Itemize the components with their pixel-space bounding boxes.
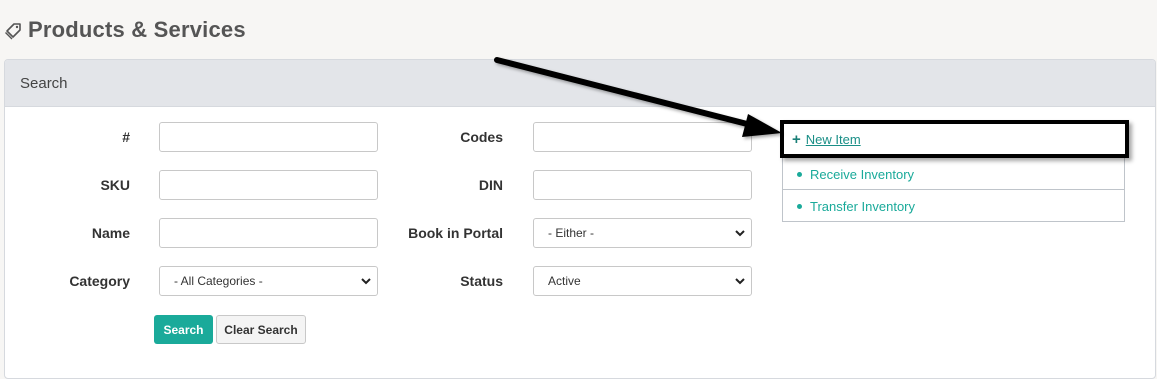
status-select[interactable]: Active: [533, 266, 752, 296]
page-title: Products & Services: [4, 16, 246, 44]
category-select[interactable]: - All Categories -: [159, 266, 378, 296]
search-panel-title: Search: [20, 74, 68, 92]
search-panel-header: Search: [5, 60, 1155, 107]
name-input[interactable]: [159, 218, 378, 248]
chevron-down-icon: [361, 278, 371, 285]
number-label: #: [122, 129, 130, 145]
new-item-label: New Item: [805, 131, 861, 147]
receive-inventory-link[interactable]: Receive Inventory: [783, 157, 1124, 191]
clear-search-button[interactable]: Clear Search: [216, 315, 306, 344]
transfer-inventory-label: Transfer Inventory: [810, 199, 916, 214]
new-item-link[interactable]: + New Item: [780, 120, 1129, 158]
search-button[interactable]: Search: [154, 315, 213, 344]
din-input[interactable]: [533, 170, 752, 200]
receive-inventory-label: Receive Inventory: [810, 167, 915, 182]
codes-input[interactable]: [533, 122, 752, 152]
chevron-down-icon: [735, 278, 745, 285]
sku-label: SKU: [100, 177, 130, 193]
din-label: DIN: [478, 177, 503, 193]
category-select-value: - All Categories -: [174, 274, 263, 288]
page-title-text: Products & Services: [28, 17, 246, 42]
codes-label: Codes: [460, 129, 503, 145]
number-input[interactable]: [159, 122, 378, 152]
status-select-value: Active: [548, 274, 581, 288]
name-label: Name: [91, 225, 130, 241]
category-label: Category: [69, 273, 130, 289]
chevron-down-icon: [735, 230, 745, 237]
plus-icon: +: [792, 130, 801, 148]
book-in-portal-select[interactable]: - Either -: [533, 218, 752, 248]
sku-input[interactable]: [159, 170, 378, 200]
bullet-icon: [797, 172, 802, 177]
book-in-portal-select-value: - Either -: [548, 226, 595, 240]
status-label: Status: [460, 273, 503, 289]
transfer-inventory-link[interactable]: Transfer Inventory: [783, 189, 1124, 223]
tag-icon: [5, 23, 21, 40]
book-in-portal-label: Book in Portal: [408, 225, 503, 241]
bullet-icon: [797, 204, 802, 209]
